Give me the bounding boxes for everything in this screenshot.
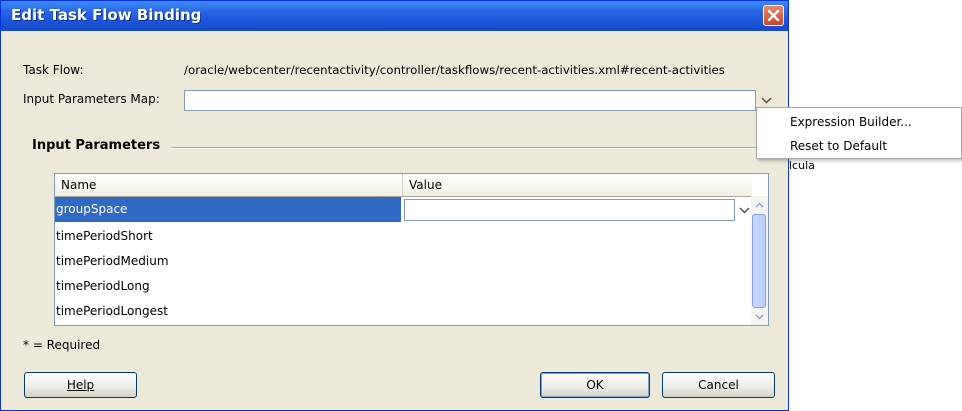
task-flow-value: /oracle/webcenter/recentactivity/control… xyxy=(184,63,725,77)
param-name-cell[interactable]: groupSpace xyxy=(55,197,401,222)
input-parameters-section-title: Input Parameters xyxy=(32,138,161,153)
chevron-down-icon xyxy=(761,97,771,104)
scroll-down-icon xyxy=(755,314,764,319)
cancel-button[interactable]: Cancel xyxy=(662,372,775,398)
input-parameters-map-combo[interactable] xyxy=(184,90,756,111)
help-button-label: Help xyxy=(66,378,95,392)
column-header-name[interactable]: Name xyxy=(55,174,403,196)
input-parameters-table: Name Value groupSpace timePeriodShort ti… xyxy=(54,173,769,326)
scroll-up-icon xyxy=(755,202,764,207)
table-row[interactable]: timePeriodShort xyxy=(55,224,752,249)
param-value-dropdown-button[interactable] xyxy=(736,199,752,221)
table-vertical-scrollbar[interactable] xyxy=(751,196,768,325)
required-note: * = Required xyxy=(23,338,101,352)
chevron-down-icon xyxy=(739,207,749,213)
dialog-title: Edit Task Flow Binding xyxy=(11,6,202,24)
column-header-value[interactable]: Value xyxy=(403,174,752,196)
param-name-cell[interactable]: timePeriodShort xyxy=(55,224,401,249)
table-row[interactable]: timePeriodLong xyxy=(55,274,752,299)
input-parameters-map-popup-menu: Expression Builder... Reset to Default xyxy=(756,107,962,159)
scrollbar-thumb[interactable] xyxy=(752,214,766,308)
close-button[interactable] xyxy=(763,5,784,26)
title-bar: Edit Task Flow Binding xyxy=(1,1,788,31)
param-value-input[interactable] xyxy=(404,199,735,221)
task-flow-label: Task Flow: xyxy=(23,63,84,77)
param-name-cell[interactable]: timePeriodMedium xyxy=(55,249,401,274)
ok-button[interactable]: OK xyxy=(540,372,650,398)
menu-item-expression-builder[interactable]: Expression Builder... xyxy=(757,110,961,134)
table-row[interactable]: timePeriodLongest xyxy=(55,299,752,324)
table-row[interactable]: timePeriodMedium xyxy=(55,249,752,274)
table-row[interactable]: groupSpace xyxy=(55,197,752,222)
scroll-down-button[interactable] xyxy=(751,308,768,325)
scroll-up-button[interactable] xyxy=(751,196,768,213)
section-divider xyxy=(171,147,761,149)
param-name-cell[interactable]: timePeriodLong xyxy=(55,274,401,299)
input-parameters-map-label: Input Parameters Map: xyxy=(23,92,160,106)
param-name-cell[interactable]: timePeriodLongest xyxy=(55,299,401,324)
menu-item-reset-to-default[interactable]: Reset to Default xyxy=(757,134,961,158)
edit-task-flow-binding-dialog: Edit Task Flow Binding Task Flow: /oracl… xyxy=(0,0,789,411)
background-text: lcula xyxy=(789,159,815,172)
help-button[interactable]: Help xyxy=(24,372,137,398)
close-icon xyxy=(767,9,780,22)
table-header: Name Value xyxy=(55,174,752,197)
